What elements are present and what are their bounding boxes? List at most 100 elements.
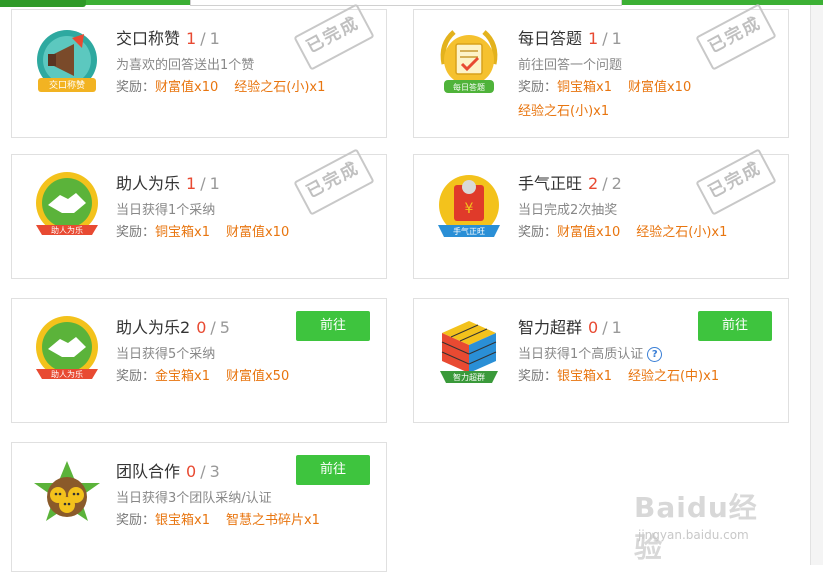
go-button[interactable]: 前往 [698,311,772,341]
right-panel [811,5,823,565]
watermark-url: jingyan.baidu.com [638,528,749,542]
task-title-line: 助人为乐 1/1 [116,170,220,194]
task-progress-current: 1 [186,174,197,193]
task-description: 为喜欢的回答送出1个赞 [116,58,255,73]
badge-label: 助人为乐 [51,369,83,379]
task-title-line: 智力超群 0/1 [518,314,622,338]
reward-label: 奖励： [116,225,156,240]
task-progress-separator: / [200,29,206,48]
task-description: 当日获得1个采纳 [116,203,216,218]
reward-item: 经验之石(小)x1 [518,104,610,119]
task-progress-separator: / [602,29,608,48]
team-star-badge-icon [34,461,100,521]
task-description: 当日获得5个采纳 [116,347,216,362]
search-input[interactable] [190,0,622,6]
reward-item: 财富值x10 [225,225,290,240]
reward-item: 财富值x10 [627,80,692,95]
red-envelope-badge-icon: ¥ 手气正旺 [438,175,500,237]
task-rewards: 奖励：财富值x10 经验之石(小)x1 [116,76,372,100]
task-title: 交口称赞 [116,29,181,48]
task-card-teamwork: 团队合作 0/3 当日获得3个团队采纳/认证 奖励：银宝箱x1 智慧之书碎片x1 前… [11,442,387,572]
reward-label: 奖励： [116,513,156,528]
reward-item: 金宝箱x1 [155,369,210,384]
task-progress-total: 5 [219,318,230,337]
task-title: 智力超群 [518,318,583,337]
go-button[interactable]: 前往 [296,455,370,485]
task-description: 前往回答一个问题 [518,58,623,73]
handshake-badge-icon: 助人为乐 [36,172,98,235]
task-title-line: 交口称赞 1/1 [116,25,220,49]
baidu-jingyan-watermark: Baidu经验 jingyan.baidu.com [634,486,784,564]
task-description: 当日获得3个团队采纳/认证 [116,491,272,506]
badge-label: 每日答题 [453,82,485,92]
reward-item: 经验之石(中)x1 [627,369,720,384]
site-logo[interactable] [0,0,86,7]
task-rewards: 奖励：铜宝箱x1 财富值x10 经验之石(小)x1 [518,76,774,124]
reward-item: 智慧之书碎片x1 [225,513,320,528]
reward-label: 奖励： [518,80,558,95]
reward-label: 奖励： [116,80,156,95]
task-progress-current: 0 [196,318,207,337]
reward-item: 银宝箱x1 [155,513,210,528]
task-progress-total: 3 [209,462,220,481]
task-progress-separator: / [200,174,206,193]
task-progress-current: 1 [186,29,197,48]
completed-stamp: 已完成 [293,148,375,216]
completed-stamp: 已完成 [695,3,777,71]
reward-label: 奖励： [518,369,558,384]
task-title-line: 手气正旺 2/2 [518,170,622,194]
task-title: 手气正旺 [518,174,583,193]
svg-text:¥: ¥ [465,201,474,217]
help-icon[interactable]: ? [647,347,663,362]
reward-item: 经验之石(小)x1 [234,80,326,95]
task-title-line: 每日答题 1/1 [518,25,622,49]
task-rewards: 奖励：铜宝箱x1 财富值x10 [116,221,372,245]
certificate-badge-icon: 每日答题 [440,30,498,93]
task-progress-current: 0 [186,462,197,481]
task-rewards: 奖励：金宝箱x1 财富值x50 [116,365,372,389]
task-progress-current: 2 [588,174,599,193]
completed-stamp: 已完成 [695,148,777,216]
task-card-helpful: 助人为乐 助人为乐 1/1 当日获得1个采纳 奖励：铜宝箱x1 财富值x10 已完成 [11,148,387,279]
task-progress-separator: / [602,318,608,337]
task-card-daily-answer: 每日答题 每日答题 1/1 前往回答一个问题 奖励：铜宝箱x1 财富值x10 经验之石… [413,3,789,138]
task-progress-total: 2 [611,174,622,193]
task-rewards: 奖励：财富值x10 经验之石(小)x1 [518,221,774,245]
task-rewards: 奖励：银宝箱x1 经验之石(中)x1 [518,365,774,389]
task-card-helpful-2: 助人为乐 助人为乐2 0/5 当日获得5个采纳 奖励：金宝箱x1 财富值x50 前往 [11,298,387,423]
task-title-line: 团队合作 0/3 [116,458,220,482]
task-title: 助人为乐2 [116,318,191,337]
task-title: 助人为乐 [116,174,181,193]
watermark-brand: Baidu经验 [634,491,758,564]
go-button[interactable]: 前往 [296,311,370,341]
reward-item: 财富值x10 [557,225,621,240]
task-description: 当日获得1个高质认证? [518,343,663,362]
reward-item: 银宝箱x1 [557,369,612,384]
task-title: 每日答题 [518,29,583,48]
badge-label: 交口称赞 [49,79,85,91]
badge-label: 智力超群 [453,372,485,382]
task-card-lucky: ¥ 手气正旺 手气正旺 2/2 当日完成2次抽奖 奖励：财富值x10 经验之石(小)… [413,148,789,279]
task-progress-separator: / [602,174,608,193]
task-progress-total: 1 [611,318,622,337]
reward-item: 财富值x50 [225,369,290,384]
task-rewards: 奖励：银宝箱x1 智慧之书碎片x1 [116,509,372,533]
reward-item: 铜宝箱x1 [155,225,210,240]
completed-stamp: 已完成 [293,3,375,71]
reward-item: 财富值x10 [155,80,219,95]
reward-label: 奖励： [518,225,558,240]
task-progress-separator: / [210,318,216,337]
reward-item: 经验之石(小)x1 [636,225,728,240]
task-progress-total: 1 [611,29,622,48]
task-description: 当日完成2次抽奖 [518,203,618,218]
badge-label: 手气正旺 [453,226,485,236]
task-description-text: 当日获得1个高质认证 [518,347,644,362]
handshake-badge-icon: 助人为乐 [36,316,98,379]
rubiks-cube-badge-icon: 智力超群 [440,321,498,383]
task-progress-current: 1 [588,29,599,48]
reward-item: 铜宝箱x1 [557,80,612,95]
badge-label: 助人为乐 [51,225,83,235]
reward-label: 奖励： [116,369,156,384]
task-card-praise: 交口称赞 交口称赞 1/1 为喜欢的回答送出1个赞 奖励：财富值x10 经验之石(小… [11,3,387,138]
task-progress-separator: / [200,462,206,481]
